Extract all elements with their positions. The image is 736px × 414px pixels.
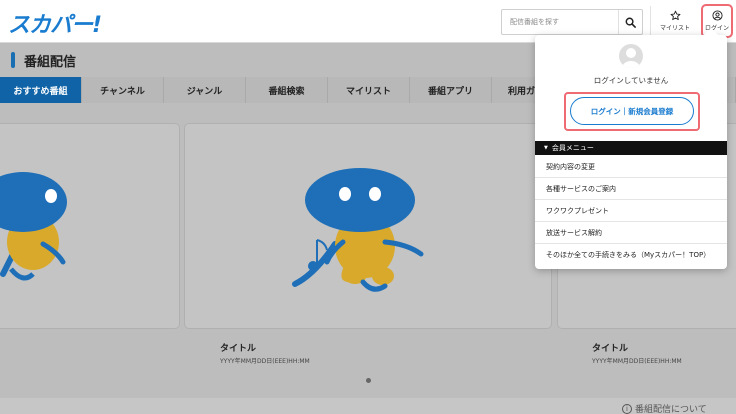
menu-item-cancel[interactable]: 放送サービス解約 — [535, 222, 727, 244]
header-divider — [650, 6, 651, 36]
member-menu-header: ▼ 会員メニュー — [535, 141, 727, 155]
member-menu-title: 会員メニュー — [551, 144, 594, 152]
about-label: 番組配信について — [635, 405, 707, 414]
menu-item-services[interactable]: 各種サービスのご案内 — [535, 178, 727, 200]
title-accent — [11, 52, 15, 68]
tab-app[interactable]: 番組アプリ — [410, 77, 492, 103]
search-box — [501, 9, 643, 35]
mylist-button[interactable]: マイリスト — [656, 4, 694, 38]
mascot-image — [0, 172, 67, 281]
carousel-dot[interactable] — [366, 378, 371, 383]
program-card[interactable] — [0, 123, 180, 329]
card-date: YYYY年MM月DD日(EEE)HH:MM — [592, 358, 682, 365]
page-title: 番組配信 — [24, 55, 77, 70]
search-icon — [625, 17, 636, 28]
card-date: YYYY年MM月DD日(EEE)HH:MM — [220, 358, 310, 365]
search-input[interactable] — [502, 10, 618, 34]
mylist-label: マイリスト — [659, 25, 690, 32]
star-icon — [670, 10, 680, 21]
search-button[interactable] — [618, 10, 642, 34]
tab-channel[interactable]: チャンネル — [82, 77, 164, 103]
menu-item-contract[interactable]: 契約内容の変更 — [535, 156, 727, 178]
mascot-image — [292, 168, 424, 292]
avatar — [619, 44, 643, 68]
logo[interactable]: スカパー! — [8, 7, 102, 39]
program-card[interactable] — [184, 123, 552, 329]
user-avatar-icon — [622, 48, 640, 68]
menu-item-all-procedures[interactable]: そのほか全ての手続きをみる（Myスカパー！TOP） — [535, 244, 727, 266]
triangle-down-icon: ▼ — [544, 145, 548, 151]
card-title: タイトル — [220, 344, 257, 354]
about-link[interactable]: i 番組配信について — [622, 402, 707, 414]
tab-search[interactable]: 番組検索 — [246, 77, 328, 103]
user-circle-icon — [711, 10, 723, 21]
login-status: ログインしていません — [593, 76, 669, 85]
account-dropdown: ログインしていません ログイン｜新規会員登録 ▼ 会員メニュー 契約内容の変更 … — [535, 35, 727, 269]
tab-genre[interactable]: ジャンル — [164, 77, 246, 103]
tab-recommended[interactable]: おすすめ番組 — [0, 77, 82, 103]
login-register-button[interactable]: ログイン｜新規会員登録 — [570, 97, 694, 125]
tab-mylist[interactable]: マイリスト — [328, 77, 410, 103]
info-icon: i — [622, 403, 632, 414]
menu-item-present[interactable]: ワクワクプレゼント — [535, 200, 727, 222]
card-title: タイトル — [592, 344, 629, 354]
